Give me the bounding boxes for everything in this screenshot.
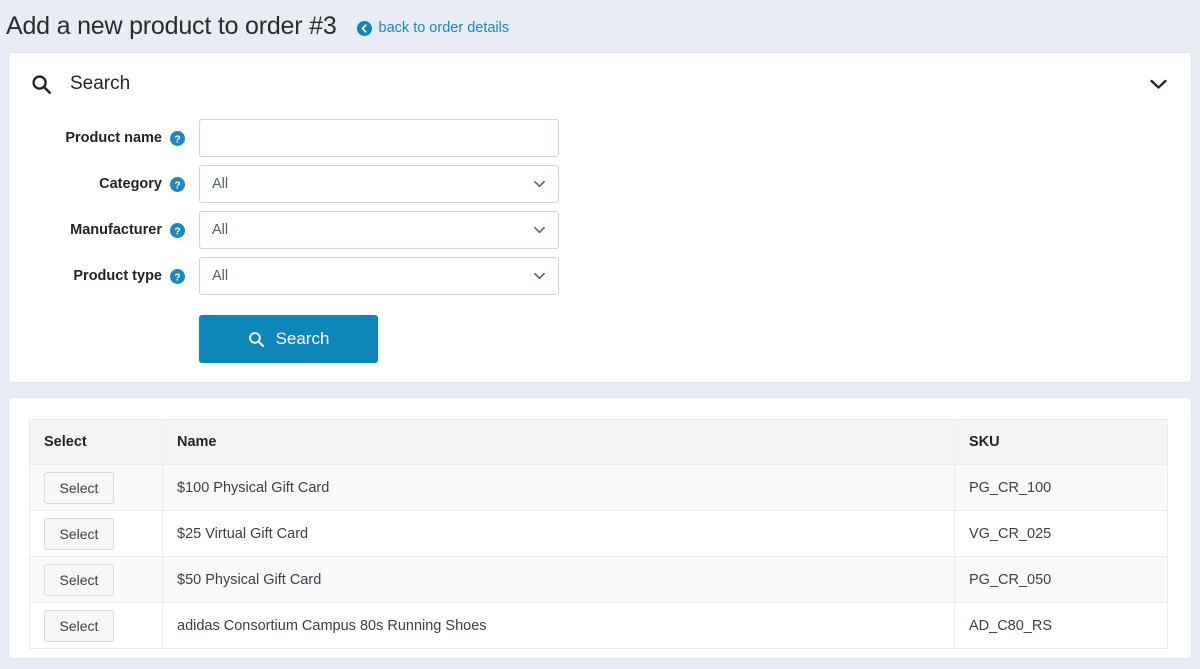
table-row: Select $100 Physical Gift Card PG_CR_100 xyxy=(29,464,1168,511)
search-panel: Search Product name ? Category ? All Man… xyxy=(8,52,1192,383)
back-to-order-details-link[interactable]: back to order details xyxy=(356,20,510,36)
form-row-product-name: Product name ? xyxy=(9,115,1191,161)
question-circle-icon[interactable]: ? xyxy=(170,222,185,238)
magnifier-icon xyxy=(32,74,51,94)
table-header-row: Select Name SKU xyxy=(29,419,1168,465)
cell-name: adidas Consortium Campus 80s Running Sho… xyxy=(162,602,955,649)
category-select[interactable]: All xyxy=(199,165,559,203)
page-header: Add a new product to order #3 back to or… xyxy=(0,0,1200,52)
manufacturer-select-value: All xyxy=(212,222,229,238)
results-panel: Select Name SKU Select $100 Physical Gif… xyxy=(8,397,1192,659)
cell-name: $50 Physical Gift Card xyxy=(162,556,955,603)
table-row: Select $50 Physical Gift Card PG_CR_050 xyxy=(29,556,1168,603)
row-select-button[interactable]: Select xyxy=(44,563,114,596)
search-button-row: Search xyxy=(9,315,1191,363)
cell-sku: PG_CR_050 xyxy=(954,556,1168,603)
manufacturer-select[interactable]: All xyxy=(199,211,559,249)
label-product-type-text: Product type xyxy=(73,268,162,284)
cell-select: Select xyxy=(29,556,163,603)
label-product-name-text: Product name xyxy=(65,130,162,146)
question-circle-icon[interactable]: ? xyxy=(170,176,185,192)
cell-sku: AD_C80_RS xyxy=(954,602,1168,649)
cell-sku: VG_CR_025 xyxy=(954,510,1168,557)
svg-text:?: ? xyxy=(174,180,180,191)
product-type-select[interactable]: All xyxy=(199,257,559,295)
table-row: Select adidas Consortium Campus 80s Runn… xyxy=(29,602,1168,649)
svg-text:?: ? xyxy=(174,134,180,145)
row-select-button[interactable]: Select xyxy=(44,517,114,550)
field-product-type: All xyxy=(199,257,559,295)
chevron-down-icon xyxy=(1150,79,1167,89)
field-manufacturer: All xyxy=(199,211,559,249)
label-product-type: Product type ? xyxy=(9,268,199,284)
question-circle-icon[interactable]: ? xyxy=(170,130,185,146)
products-table-body: Select $100 Physical Gift Card PG_CR_100… xyxy=(29,464,1168,649)
form-row-manufacturer: Manufacturer ? All xyxy=(9,207,1191,253)
cell-name: $100 Physical Gift Card xyxy=(162,464,955,511)
page-title: Add a new product to order #3 xyxy=(6,11,337,40)
cell-select: Select xyxy=(29,464,163,511)
label-manufacturer-text: Manufacturer xyxy=(70,222,162,238)
chevron-down-icon xyxy=(534,226,545,234)
field-category: All xyxy=(199,165,559,203)
label-category-text: Category xyxy=(99,176,162,192)
cell-sku: PG_CR_100 xyxy=(954,464,1168,511)
category-select-value: All xyxy=(212,176,229,192)
label-product-name: Product name ? xyxy=(9,130,199,146)
search-submit-label: Search xyxy=(275,329,330,348)
product-type-select-value: All xyxy=(212,268,229,284)
table-row: Select $25 Virtual Gift Card VG_CR_025 xyxy=(29,510,1168,557)
magnifier-icon xyxy=(248,331,264,347)
search-form: Product name ? Category ? All Manufactur… xyxy=(9,115,1191,363)
product-name-input[interactable] xyxy=(199,119,559,157)
field-product-name xyxy=(199,119,559,157)
cell-name: $25 Virtual Gift Card xyxy=(162,510,955,557)
search-submit-button[interactable]: Search xyxy=(199,315,378,363)
cell-select: Select xyxy=(29,602,163,649)
question-circle-icon[interactable]: ? xyxy=(170,268,185,284)
search-panel-header: Search xyxy=(9,53,1191,115)
chevron-down-icon xyxy=(534,272,545,280)
products-table-header: Select Name SKU xyxy=(29,419,1168,465)
form-row-category: Category ? All xyxy=(9,161,1191,207)
row-select-button[interactable]: Select xyxy=(44,609,114,642)
label-category: Category ? xyxy=(9,176,199,192)
svg-text:?: ? xyxy=(174,226,180,237)
cell-select: Select xyxy=(29,510,163,557)
column-header-name: Name xyxy=(162,419,955,465)
label-manufacturer: Manufacturer ? xyxy=(9,222,199,238)
back-link-label: back to order details xyxy=(378,20,510,36)
search-panel-collapse-toggle[interactable] xyxy=(1144,75,1173,94)
form-row-product-type: Product type ? All xyxy=(9,253,1191,299)
row-select-button[interactable]: Select xyxy=(44,471,114,504)
chevron-down-icon xyxy=(534,180,545,188)
svg-text:?: ? xyxy=(174,272,180,283)
search-panel-title: Search xyxy=(70,73,131,94)
column-header-select: Select xyxy=(29,419,163,465)
circle-back-arrow-icon xyxy=(356,20,372,36)
column-header-sku: SKU xyxy=(954,419,1168,465)
products-table: Select Name SKU Select $100 Physical Gif… xyxy=(29,419,1168,649)
